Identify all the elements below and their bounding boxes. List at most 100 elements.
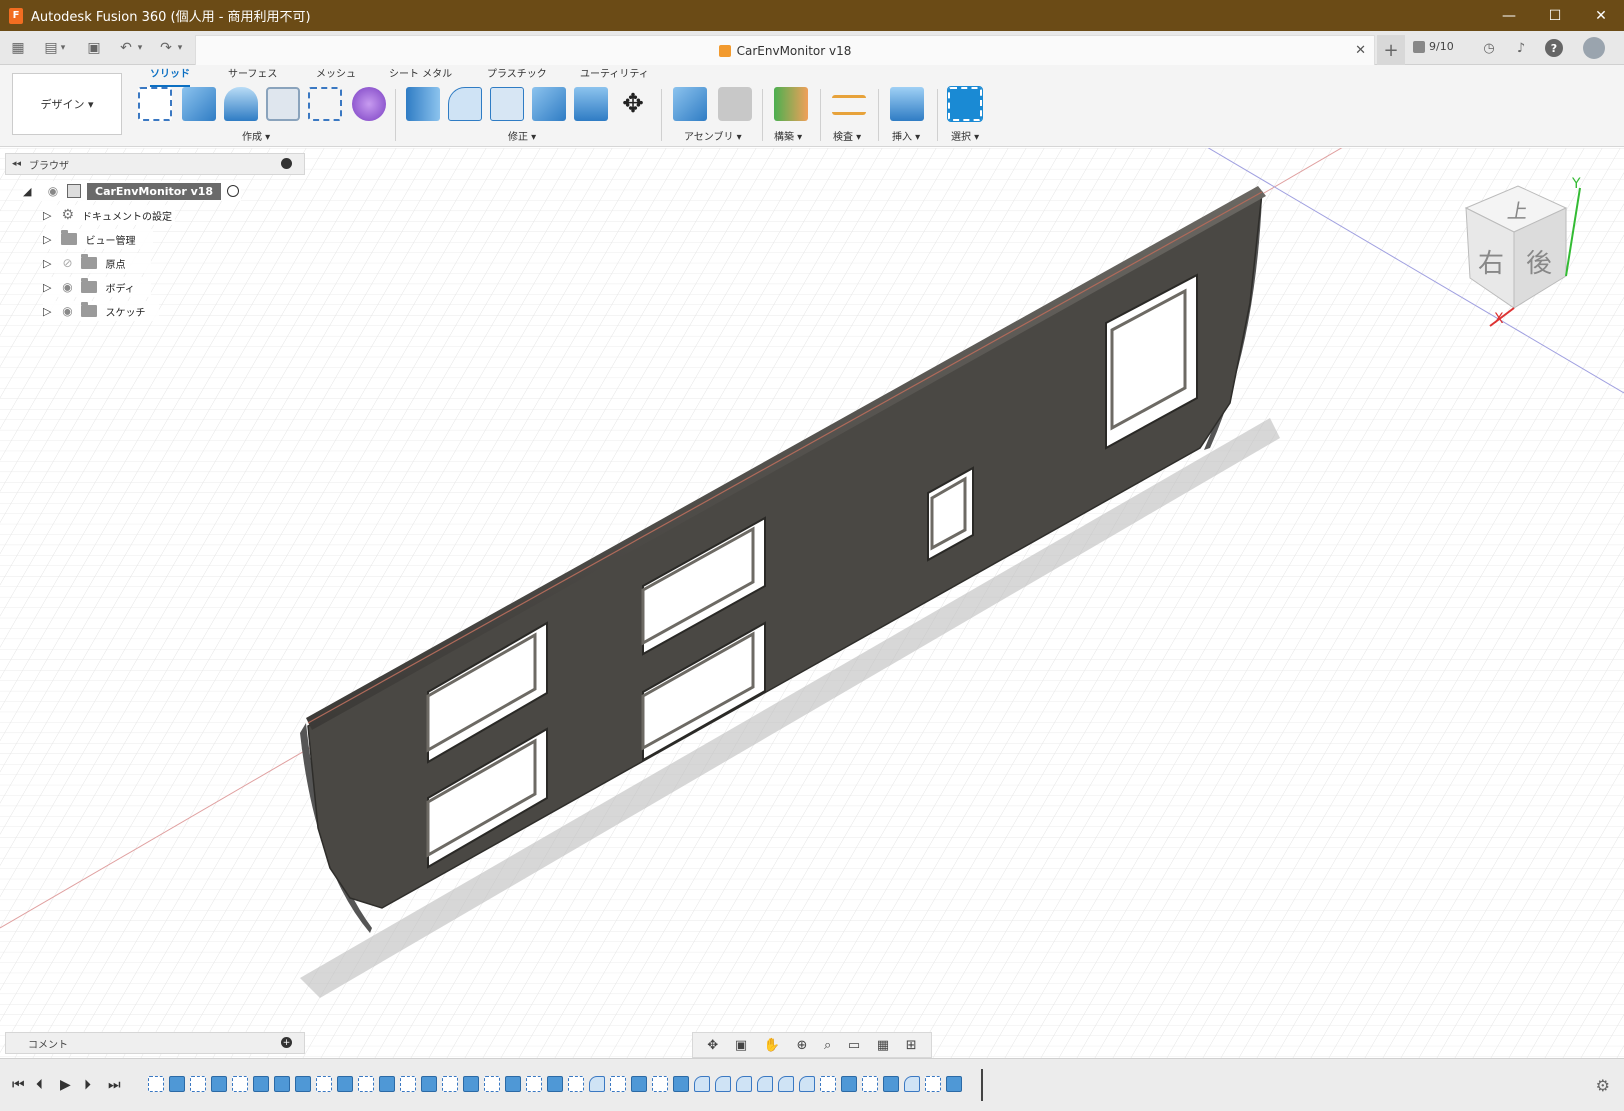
timeline-first-icon[interactable]: ⏮: [12, 1077, 25, 1093]
measure-icon[interactable]: [832, 95, 866, 115]
comments-panel[interactable]: コメント +: [5, 1032, 305, 1054]
viewcube-right-label[interactable]: 右: [1478, 243, 1504, 280]
browser-item-named-views[interactable]: ▷ ビュー管理: [43, 229, 153, 249]
close-tab-button[interactable]: ✕: [1355, 43, 1366, 58]
timeline-extrude-feature[interactable]: [547, 1076, 563, 1092]
combine-icon[interactable]: [532, 87, 566, 121]
expand-triangle-icon[interactable]: ▷: [43, 305, 51, 318]
tab-mesh[interactable]: メッシュ: [316, 67, 356, 87]
timeline-extrude-feature[interactable]: [631, 1076, 647, 1092]
undo-icon[interactable]: ↶: [117, 39, 135, 57]
browser-collapse-icon[interactable]: ◂◂: [12, 159, 21, 169]
shell-icon[interactable]: [490, 87, 524, 121]
visibility-eye-icon[interactable]: ◉: [59, 304, 75, 318]
timeline-extrude-feature[interactable]: [883, 1076, 899, 1092]
new-tab-button[interactable]: +: [1377, 35, 1405, 65]
workspace-switcher[interactable]: デザイン ▾: [12, 73, 122, 135]
expand-triangle-icon[interactable]: ▷: [43, 257, 51, 270]
undo-dropdown-icon[interactable]: ▾: [135, 39, 145, 57]
timeline-fillet-feature[interactable]: [757, 1076, 773, 1092]
expand-triangle-icon[interactable]: ▷: [43, 209, 51, 222]
history-clock-icon[interactable]: ◷: [1480, 39, 1498, 57]
timeline-fillet-feature[interactable]: [799, 1076, 815, 1092]
create-sketch-icon[interactable]: [138, 87, 172, 121]
orbit-icon[interactable]: ✥: [707, 1038, 718, 1053]
expand-triangle-icon[interactable]: ▷: [43, 281, 51, 294]
timeline-prev-icon[interactable]: ⏴: [36, 1077, 43, 1093]
minimize-button[interactable]: —: [1486, 0, 1532, 31]
timeline-sketch-feature[interactable]: [358, 1076, 374, 1092]
job-status[interactable]: 9/10: [1413, 40, 1454, 53]
timeline-sketch-feature[interactable]: [820, 1076, 836, 1092]
timeline-extrude-feature[interactable]: [505, 1076, 521, 1092]
timeline-extrude-feature[interactable]: [463, 1076, 479, 1092]
viewports-icon[interactable]: ⊞: [906, 1038, 917, 1053]
timeline-fillet-feature[interactable]: [715, 1076, 731, 1092]
display-settings-icon[interactable]: ▭: [848, 1038, 860, 1053]
extrude-icon[interactable]: [182, 87, 216, 121]
timeline-sketch-feature[interactable]: [148, 1076, 164, 1092]
tab-sheet-metal[interactable]: シート メタル: [389, 67, 452, 87]
timeline-sketch-feature[interactable]: [484, 1076, 500, 1092]
document-tab[interactable]: CarEnvMonitor v18 ✕: [195, 35, 1375, 65]
tab-utility[interactable]: ユーティリティ: [580, 67, 649, 87]
timeline-next-icon[interactable]: ⏵: [84, 1077, 91, 1093]
timeline-sketch-feature[interactable]: [862, 1076, 878, 1092]
data-panel-grid-icon[interactable]: ▦: [9, 39, 27, 57]
hole-icon[interactable]: [266, 87, 300, 121]
timeline-extrude-feature[interactable]: [379, 1076, 395, 1092]
timeline-play-icon[interactable]: ▶: [60, 1077, 71, 1093]
fit-zoom-icon[interactable]: ⌕: [824, 1038, 831, 1053]
move-icon[interactable]: ✥: [616, 87, 650, 121]
timeline-sketch-feature[interactable]: [610, 1076, 626, 1092]
collapse-triangle-icon[interactable]: ◢: [23, 185, 31, 198]
timeline-sketch-feature[interactable]: [232, 1076, 248, 1092]
close-window-button[interactable]: ✕: [1578, 0, 1624, 31]
hidden-eye-icon[interactable]: ⊘: [59, 256, 75, 270]
assemble-group-label[interactable]: アセンブリ ▾: [684, 128, 742, 143]
insert-group-label[interactable]: 挿入 ▾: [892, 128, 920, 143]
pan-hand-icon[interactable]: ✋: [764, 1038, 780, 1053]
select-icon[interactable]: [947, 86, 983, 122]
timeline-extrude-feature[interactable]: [169, 1076, 185, 1092]
offset-face-icon[interactable]: [574, 87, 608, 121]
visibility-eye-icon[interactable]: ◉: [59, 280, 75, 294]
zoom-icon[interactable]: ⊕: [797, 1038, 808, 1053]
timeline-extrude-feature[interactable]: [946, 1076, 962, 1092]
expand-triangle-icon[interactable]: ▷: [43, 233, 51, 246]
save-icon[interactable]: ▣: [85, 39, 103, 57]
select-group-label[interactable]: 選択 ▾: [951, 128, 979, 143]
timeline-fillet-feature[interactable]: [736, 1076, 752, 1092]
viewcube-back-label[interactable]: 後: [1526, 243, 1552, 280]
timeline-extrude-feature[interactable]: [841, 1076, 857, 1092]
pattern-icon[interactable]: [308, 87, 342, 121]
timeline-last-icon[interactable]: ⏭: [108, 1077, 121, 1093]
redo-icon[interactable]: ↷: [157, 39, 175, 57]
timeline-extrude-feature[interactable]: [673, 1076, 689, 1092]
insert-image-icon[interactable]: [890, 87, 924, 121]
timeline-sketch-feature[interactable]: [400, 1076, 416, 1092]
timeline-settings-gear-icon[interactable]: ⚙: [1596, 1076, 1610, 1095]
browser-item-sketches[interactable]: ▷ ◉ スケッチ: [43, 301, 159, 321]
timeline-extrude-feature[interactable]: [274, 1076, 290, 1092]
browser-item-document-settings[interactable]: ▷ ⚙ ドキュメントの設定: [43, 205, 175, 225]
timeline-sketch-feature[interactable]: [652, 1076, 668, 1092]
form-icon[interactable]: [352, 87, 386, 121]
timeline-extrude-feature[interactable]: [211, 1076, 227, 1092]
joint-icon[interactable]: [718, 87, 752, 121]
add-comment-icon[interactable]: +: [281, 1037, 292, 1048]
timeline-sketch-feature[interactable]: [925, 1076, 941, 1092]
timeline-sketch-feature[interactable]: [442, 1076, 458, 1092]
grid-settings-icon[interactable]: ▦: [877, 1038, 889, 1053]
look-at-icon[interactable]: ▣: [735, 1038, 747, 1053]
browser-item-origin[interactable]: ▷ ⊘ 原点: [43, 253, 151, 273]
timeline-fillet-feature[interactable]: [904, 1076, 920, 1092]
timeline-extrude-feature[interactable]: [337, 1076, 353, 1092]
revolve-icon[interactable]: [224, 87, 258, 121]
timeline-fillet-feature[interactable]: [589, 1076, 605, 1092]
timeline-sketch-feature[interactable]: [526, 1076, 542, 1092]
tab-surface[interactable]: サーフェス: [228, 67, 277, 87]
browser-root-row[interactable]: ◢ ◉ CarEnvMonitor v18: [23, 181, 241, 201]
user-avatar[interactable]: [1583, 37, 1605, 59]
redo-dropdown-icon[interactable]: ▾: [175, 39, 185, 57]
